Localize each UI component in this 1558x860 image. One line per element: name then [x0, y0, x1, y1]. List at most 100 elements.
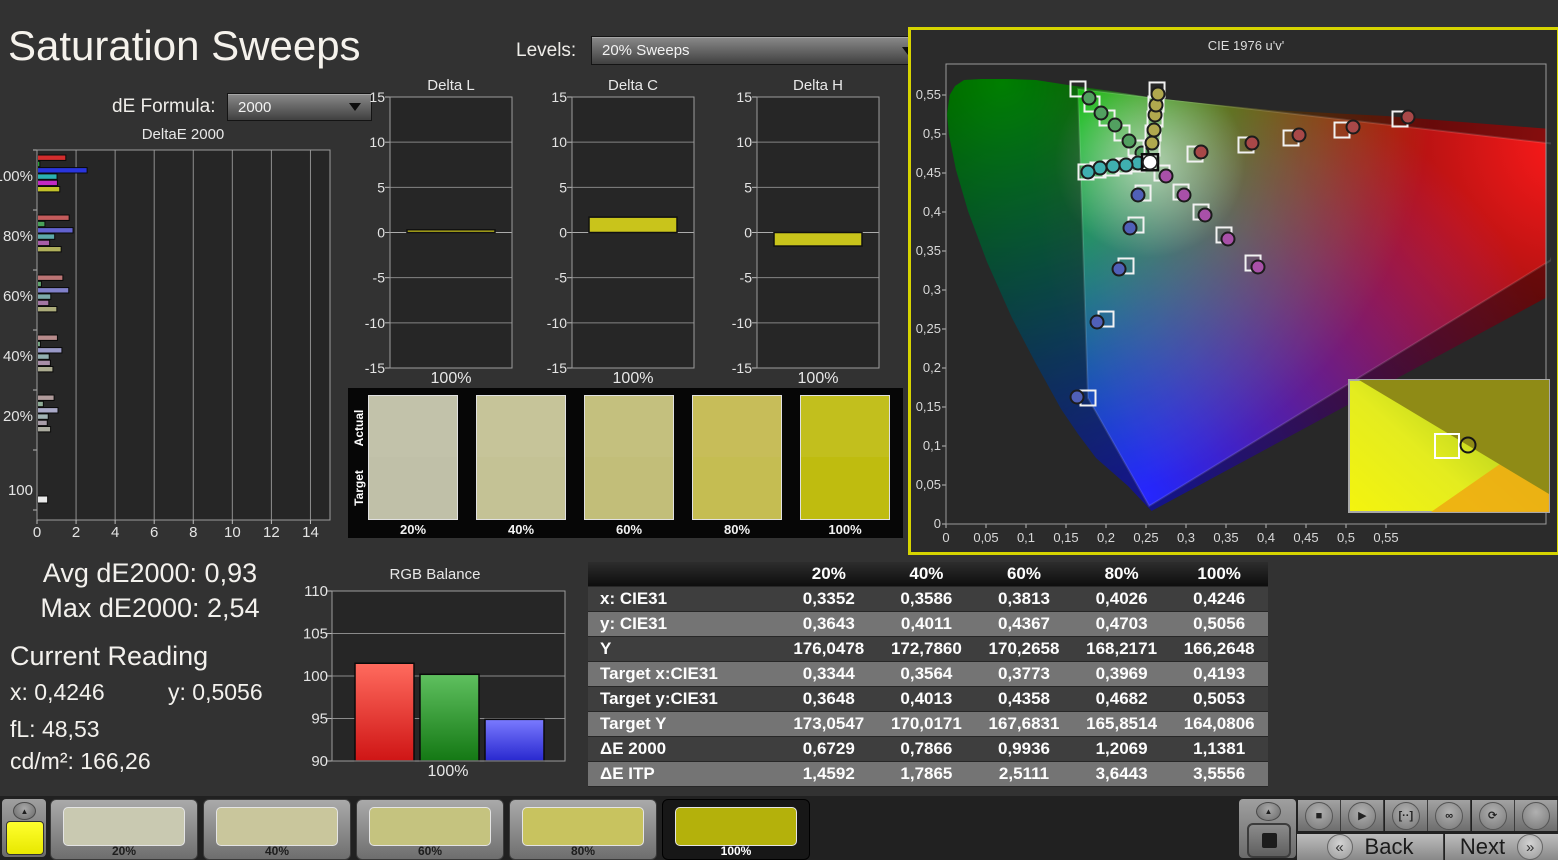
- svg-text:15: 15: [551, 89, 567, 105]
- play-button[interactable]: ▶: [1341, 800, 1385, 831]
- svg-text:-10: -10: [365, 315, 385, 331]
- swatch-label: 80%: [723, 522, 751, 537]
- svg-text:0: 0: [33, 524, 41, 541]
- svg-text:0,4: 0,4: [1257, 530, 1275, 545]
- pattern-button[interactable]: [··]: [1384, 800, 1428, 831]
- refresh-button[interactable]: ⟳: [1471, 800, 1515, 831]
- svg-text:60%: 60%: [3, 288, 33, 305]
- svg-text:0,45: 0,45: [916, 165, 941, 180]
- swatch-label: 20%: [399, 522, 427, 537]
- svg-text:-15: -15: [365, 360, 385, 376]
- table-cell: 0,3813: [975, 587, 1073, 612]
- back-button[interactable]: « Back: [1297, 834, 1444, 860]
- table-cell: 164,0806: [1170, 712, 1268, 737]
- cie-measured-blue: [1130, 187, 1146, 203]
- svg-text:-10: -10: [547, 315, 567, 331]
- blank-button[interactable]: [1515, 800, 1558, 831]
- cie-whitepoint-measured: [1142, 154, 1158, 170]
- square-patch-icon: [1261, 833, 1277, 848]
- cie-measured-cyan: [1080, 164, 1096, 180]
- level-swatch: [522, 807, 644, 846]
- loop-button[interactable]: ∞: [1428, 800, 1472, 831]
- level-button-60%[interactable]: 60%: [356, 799, 504, 860]
- svg-text:0,1: 0,1: [923, 438, 941, 453]
- svg-text:100%: 100%: [613, 370, 654, 387]
- table-cell: 168,2171: [1072, 637, 1171, 662]
- table-cell: 166,2648: [1170, 637, 1268, 662]
- table-cell: 0,4682: [1072, 687, 1171, 712]
- reading-y: y: 0,5056: [168, 679, 263, 705]
- svg-text:-5: -5: [740, 270, 753, 286]
- next-chevron-icon: »: [1517, 834, 1544, 860]
- level-label: 20%: [111, 844, 137, 858]
- table-cell: 172,7860: [877, 637, 976, 662]
- actual-target-swatch-panel: Actual Target 20% 40% 60% 80% 100%: [348, 388, 903, 538]
- cie-measured-blue: [1122, 220, 1138, 236]
- swatch-actual: [477, 396, 565, 457]
- table-row-label: y: CIE31: [588, 612, 780, 637]
- table-cell: 167,6831: [975, 712, 1073, 737]
- swatch-label: 60%: [615, 522, 643, 537]
- svg-text:Delta H: Delta H: [793, 78, 843, 94]
- rgb-bar-red: [354, 662, 415, 762]
- cie-measured-magenta: [1220, 231, 1236, 247]
- svg-text:0,05: 0,05: [973, 530, 998, 545]
- svg-text:10: 10: [224, 524, 241, 541]
- table-header: 20%: [780, 562, 878, 587]
- table-row-label: Target x:CIE31: [588, 662, 780, 687]
- svg-text:0,55: 0,55: [916, 87, 941, 102]
- swatch-actual: [801, 396, 889, 457]
- table-row-label: ΔE ITP: [588, 762, 780, 787]
- levels-label: Levels:: [516, 40, 577, 61]
- level-button-40%[interactable]: 40%: [203, 799, 351, 860]
- cie-measured-magenta: [1158, 168, 1174, 184]
- rgb-balance-chart: RGB Balance 110 105 100 95 90 100%: [303, 566, 566, 780]
- svg-text:90: 90: [311, 753, 328, 770]
- swatch-80%: [692, 395, 782, 520]
- svg-text:RGB Balance: RGB Balance: [390, 566, 481, 583]
- svg-text:15: 15: [369, 89, 385, 105]
- window-mode-button[interactable]: [1247, 823, 1291, 858]
- cie-measured-magenta: [1176, 187, 1192, 203]
- cie-1976-chart[interactable]: CIE 1976 u'v' 0 0,05 0,1 0,15 0,2 0,25 0,3 0,35 0…: [908, 27, 1558, 555]
- table-cell: 1,2069: [1072, 737, 1171, 762]
- svg-text:0: 0: [744, 225, 752, 241]
- cie-measured-red: [1193, 144, 1209, 160]
- play-icon: ▶: [1348, 801, 1377, 830]
- stop-button[interactable]: ■: [1298, 800, 1341, 831]
- level-button-20%[interactable]: 20%: [50, 799, 198, 860]
- scroll-up-icon[interactable]: ▲: [1256, 802, 1281, 821]
- table-cell: 3,6443: [1072, 762, 1171, 787]
- delta-h-chart: Delta H 15 10 5 0 -5 -10 -15 100%: [732, 78, 880, 387]
- svg-text:10: 10: [551, 134, 567, 150]
- svg-text:40%: 40%: [3, 348, 33, 365]
- next-button[interactable]: Next »: [1445, 834, 1558, 860]
- svg-text:5: 5: [744, 179, 752, 195]
- table-cell: 0,4011: [877, 612, 976, 637]
- svg-text:0,3: 0,3: [923, 282, 941, 297]
- cie-measured-magenta: [1250, 259, 1266, 275]
- levels-dropdown[interactable]: 20% Sweeps: [591, 36, 925, 65]
- svg-text:100%: 100%: [431, 370, 472, 387]
- level-button-80%[interactable]: 80%: [509, 799, 657, 860]
- bottom-toolbar: ▲ 20% 40% 60% 80% 100% ▲ ■ ▶ [··] ∞ ⟳ « Back Next »: [0, 796, 1558, 860]
- cie-measured-blue: [1111, 261, 1127, 277]
- level-button-100%[interactable]: 100%: [662, 799, 810, 860]
- level-label: 80%: [570, 844, 596, 858]
- table-cell: 165,8514: [1072, 712, 1171, 737]
- swatch-row-label-target: Target: [352, 470, 366, 506]
- delta-l-chart: Delta L 15 10 5 0 -5 -10 -15 100%: [365, 78, 513, 387]
- de-formula-dropdown[interactable]: 2000: [227, 93, 372, 121]
- scroll-up-icon[interactable]: ▲: [13, 802, 36, 820]
- cie-measured-magenta: [1197, 207, 1213, 223]
- level-label: 60%: [417, 844, 443, 858]
- swatch-label: 40%: [507, 522, 535, 537]
- current-reading-title: Current Reading: [10, 641, 209, 671]
- table-cell: 2,5111: [975, 762, 1073, 787]
- svg-text:6: 6: [150, 524, 158, 541]
- cie-measured-yellow: [1150, 86, 1166, 102]
- swatch-target: [693, 457, 781, 519]
- svg-text:0,25: 0,25: [916, 321, 941, 336]
- svg-text:0: 0: [942, 530, 949, 545]
- svg-text:100%: 100%: [0, 168, 33, 185]
